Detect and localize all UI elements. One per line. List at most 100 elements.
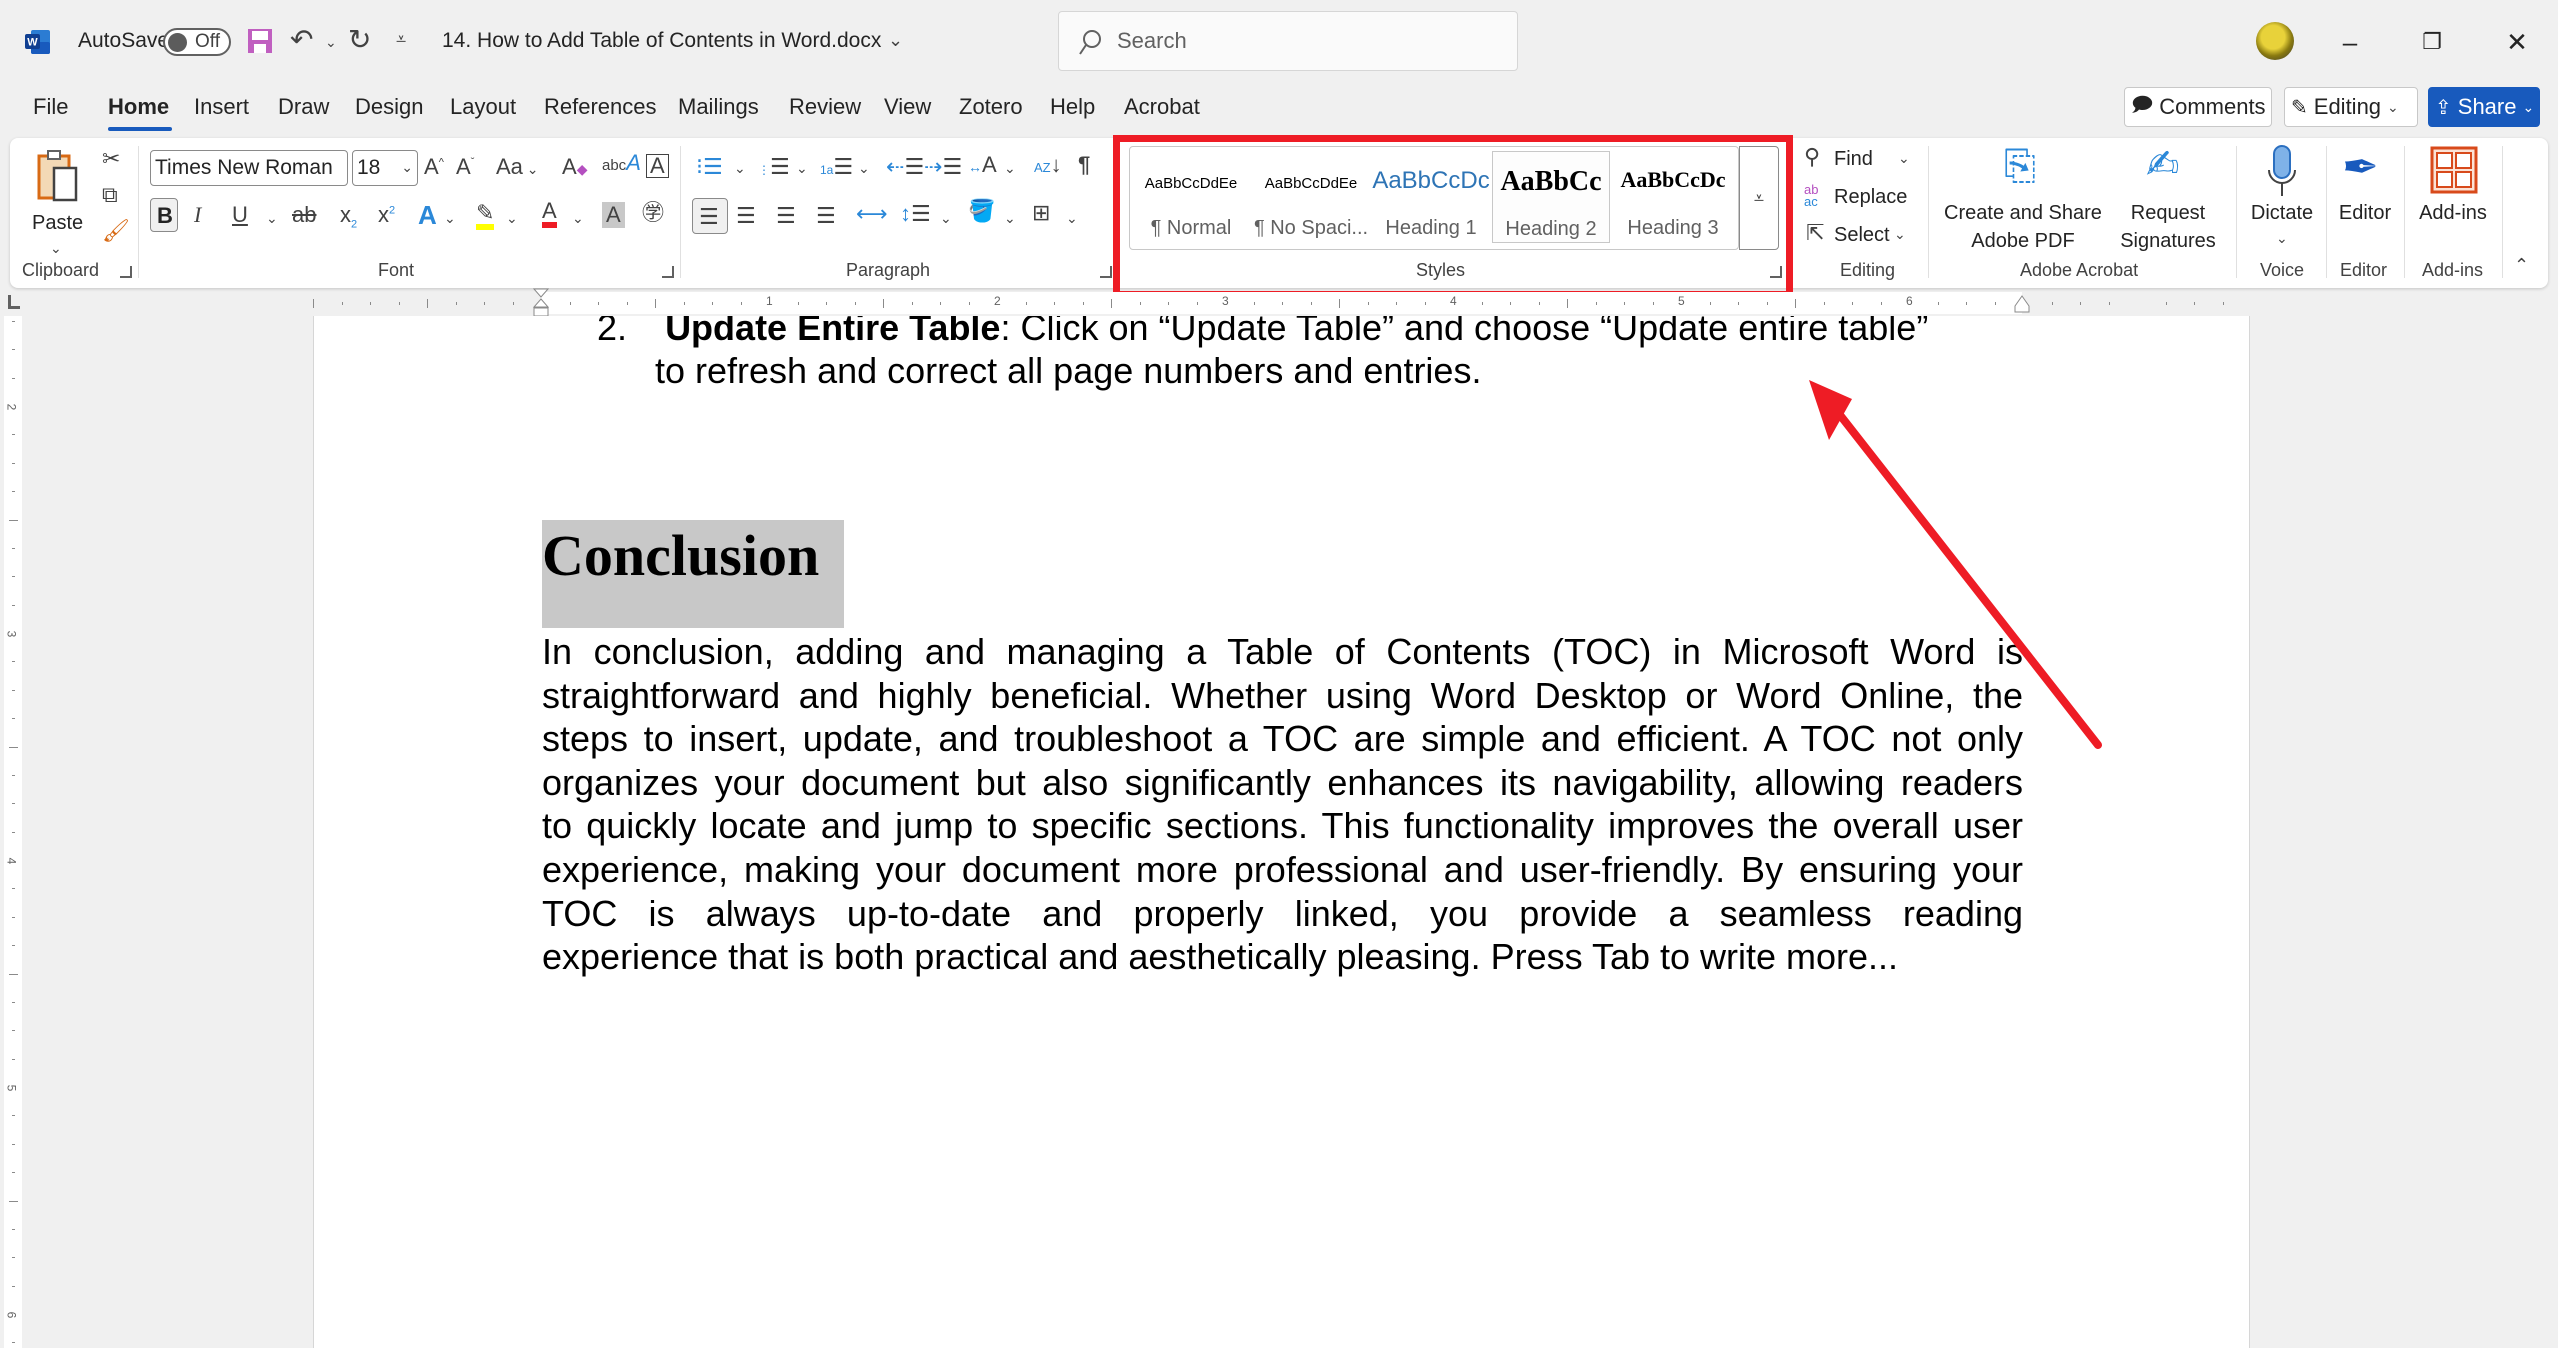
editing-mode-button[interactable]: ✎ Editing ⌄: [2284, 87, 2418, 127]
copy-icon[interactable]: ⧉: [102, 184, 118, 206]
document-page[interactable]: 2. Update Entire Table: Click on “Update…: [313, 316, 2250, 1348]
highlight-color-icon[interactable]: ✎: [476, 202, 495, 230]
sort-icon[interactable]: AZ↓: [1034, 154, 1062, 176]
shading-dropdown-icon[interactable]: ⌄: [1004, 210, 1016, 227]
format-painter-icon[interactable]: 🖌: [102, 220, 130, 242]
text-effects-dropdown-icon[interactable]: ⌄: [444, 210, 456, 227]
tab-acrobat[interactable]: Acrobat: [1124, 94, 1200, 120]
font-color-icon[interactable]: A: [542, 200, 557, 228]
justify-icon[interactable]: ☰: [816, 205, 836, 227]
multilevel-list-icon[interactable]: 1a☰: [820, 156, 853, 178]
underline-dropdown-icon[interactable]: ⌄: [266, 210, 278, 227]
text-direction-dropdown-icon[interactable]: ⌄: [1004, 160, 1016, 177]
search-box[interactable]: Search: [1058, 11, 1518, 71]
multilevel-dropdown-icon[interactable]: ⌄: [858, 160, 870, 177]
save-icon[interactable]: [247, 28, 273, 54]
shrink-font-icon[interactable]: Aˇ: [456, 156, 474, 178]
font-name-combobox[interactable]: Times New Roman: [150, 150, 348, 186]
undo-icon[interactable]: ↶: [290, 26, 313, 54]
numbering-dropdown-icon[interactable]: ⌄: [796, 160, 808, 177]
italic-icon[interactable]: I: [194, 204, 201, 226]
decrease-indent-icon[interactable]: ⇠☰: [886, 156, 924, 178]
right-indent-marker-icon[interactable]: [2013, 294, 2031, 314]
request-signatures-button[interactable]: ✍ Request Signatures: [2108, 142, 2228, 256]
customize-toolbar-icon[interactable]: ⩡: [396, 30, 406, 48]
tab-layout[interactable]: Layout: [450, 94, 516, 120]
borders-dropdown-icon[interactable]: ⌄: [1066, 210, 1078, 227]
highlight-dropdown-icon[interactable]: ⌄: [506, 210, 518, 227]
tab-home[interactable]: Home: [108, 94, 169, 120]
replace-button[interactable]: ab ac Replace: [1804, 180, 1924, 214]
cut-icon[interactable]: ✂: [102, 148, 120, 170]
minimize-button[interactable]: –: [2315, 0, 2385, 84]
tab-mailings[interactable]: Mailings: [678, 94, 759, 120]
borders-icon[interactable]: ⊞: [1032, 202, 1050, 224]
create-share-pdf-button[interactable]: ⎘ Create and Share Adobe PDF: [1938, 142, 2108, 256]
character-border-icon[interactable]: A: [646, 154, 669, 178]
paragraph-dialog-launcher-icon[interactable]: [1100, 266, 1112, 278]
tab-references[interactable]: References: [544, 94, 657, 120]
vertical-ruler[interactable]: 2 3 4 5 6: [4, 316, 22, 1348]
restore-button[interactable]: ❐: [2397, 0, 2467, 84]
horizontal-ruler[interactable]: 1 2 3 4 5 6: [313, 288, 2250, 317]
conclusion-heading[interactable]: Conclusion: [542, 522, 819, 589]
grow-font-icon[interactable]: A^: [424, 156, 444, 178]
close-button[interactable]: ✕: [2482, 0, 2552, 84]
numbering-icon[interactable]: ⋮☰: [758, 156, 790, 178]
find-button[interactable]: ⚲ Find ⌄: [1804, 142, 1914, 176]
tab-zotero[interactable]: Zotero: [959, 94, 1023, 120]
character-shading-icon[interactable]: A: [602, 202, 625, 228]
autosave-toggle[interactable]: Off: [163, 28, 231, 56]
document-title[interactable]: 14. How to Add Table of Contents in Word…: [442, 29, 881, 53]
user-avatar[interactable]: [2256, 22, 2294, 60]
redo-icon[interactable]: ↻: [348, 26, 371, 54]
font-color-dropdown-icon[interactable]: ⌄: [572, 210, 584, 227]
shading-icon[interactable]: 🪣: [968, 200, 995, 222]
align-left-button[interactable]: ☰: [692, 198, 728, 234]
align-center-icon[interactable]: ☰: [736, 205, 756, 227]
change-case-icon[interactable]: Aa ⌄: [496, 156, 539, 178]
clear-formatting-icon[interactable]: A◆: [562, 156, 587, 178]
subscript-icon[interactable]: x2: [340, 203, 357, 230]
paste-button[interactable]: Paste ⌄: [24, 148, 94, 268]
underline-icon[interactable]: U: [232, 204, 248, 226]
select-button[interactable]: ⇱ Select ⌄: [1804, 218, 1914, 252]
align-right-icon[interactable]: ☰: [776, 205, 796, 227]
enclose-characters-icon[interactable]: ㊫: [642, 202, 664, 224]
collapse-ribbon-icon[interactable]: ⌃: [2514, 256, 2529, 274]
text-effects-phonetic-icon[interactable]: abcA: [602, 152, 641, 174]
distributed-icon[interactable]: ⟷: [856, 203, 888, 225]
comments-button[interactable]: 🗩 Comments: [2124, 87, 2272, 127]
text-direction-icon[interactable]: ↔A: [968, 154, 997, 176]
tab-selector-icon[interactable]: [8, 295, 20, 309]
font-size-combobox[interactable]: 18 ⌄: [352, 150, 418, 186]
increase-indent-icon[interactable]: ⇢☰: [924, 156, 962, 178]
undo-dropdown-icon[interactable]: ⌄: [325, 34, 337, 51]
tab-design[interactable]: Design: [355, 94, 423, 120]
line-spacing-dropdown-icon[interactable]: ⌄: [940, 210, 952, 227]
tab-view[interactable]: View: [884, 94, 931, 120]
clipboard-dialog-launcher-icon[interactable]: [120, 266, 132, 278]
tab-file[interactable]: File: [33, 94, 68, 120]
strikethrough-icon[interactable]: ab: [292, 204, 316, 226]
tab-help[interactable]: Help: [1050, 94, 1095, 120]
add-ins-button[interactable]: Add-ins: [2408, 142, 2498, 256]
indent-marker-icon[interactable]: [532, 288, 550, 318]
tab-review[interactable]: Review: [789, 94, 861, 120]
dictate-button[interactable]: Dictate ⌄: [2242, 142, 2322, 256]
editor-button[interactable]: ✒ Editor: [2330, 142, 2400, 256]
font-dialog-launcher-icon[interactable]: [662, 266, 674, 278]
tab-insert[interactable]: Insert: [194, 94, 249, 120]
conclusion-paragraph[interactable]: In conclusion, adding and managing a Tab…: [542, 630, 2023, 979]
text-effects-icon[interactable]: A: [418, 202, 437, 228]
tab-draw[interactable]: Draw: [278, 94, 329, 120]
superscript-icon[interactable]: x2: [378, 204, 395, 226]
bullets-dropdown-icon[interactable]: ⌄: [734, 160, 746, 177]
bullets-icon[interactable]: ⁝☰: [696, 156, 723, 178]
share-button[interactable]: ⇪ Share ⌄: [2428, 87, 2540, 127]
title-chevron-down-icon[interactable]: ⌄: [888, 30, 903, 51]
line-spacing-icon[interactable]: ↕☰: [900, 203, 931, 225]
bold-button[interactable]: B: [150, 198, 178, 232]
chevron-down-icon: ⌄: [1898, 150, 1910, 166]
show-formatting-marks-icon[interactable]: ¶: [1078, 154, 1090, 176]
